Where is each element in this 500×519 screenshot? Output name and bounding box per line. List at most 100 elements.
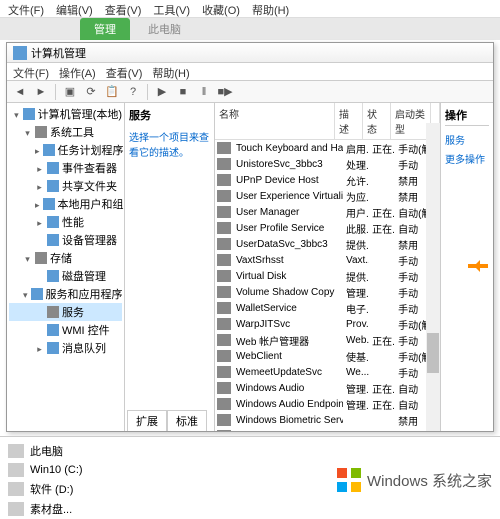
- service-panel-title: 服务: [129, 107, 210, 123]
- menu-view[interactable]: 查看(V): [105, 2, 142, 15]
- gear-icon: [217, 142, 231, 154]
- tree-item[interactable]: 服务: [9, 303, 122, 321]
- service-row[interactable]: VaxtSrhsstVaxt...手动本: [215, 252, 440, 268]
- tree-pane[interactable]: ▾计算机管理(本地)▾系统工具▸任务计划程序▸事件查看器▸共享文件夹▸本地用户和…: [7, 103, 125, 431]
- service-row[interactable]: User Experience Virtualiz...为应...禁用本: [215, 188, 440, 204]
- window-title: 计算机管理: [31, 45, 86, 61]
- column-headers[interactable]: 名称 描述 状态 启动类型: [215, 103, 440, 140]
- drive-icon: [8, 482, 24, 496]
- gear-icon: [217, 270, 231, 282]
- service-row[interactable]: WemeetUpdateSvcWe...手动本: [215, 364, 440, 380]
- view-tabs: 扩展 标准: [127, 410, 207, 431]
- gear-icon: [217, 366, 231, 378]
- tree-item[interactable]: ▾存储: [9, 249, 122, 267]
- drive-icon: [8, 463, 24, 477]
- service-row[interactable]: User Profile Service此服...正在...自动本: [215, 220, 440, 236]
- col-desc[interactable]: 描述: [335, 103, 363, 139]
- tree-item[interactable]: ▸共享文件夹: [9, 177, 122, 195]
- gear-icon: [217, 334, 231, 346]
- scrollbar[interactable]: [426, 123, 440, 431]
- gear-icon: [217, 302, 231, 314]
- wmenu-action[interactable]: 操作(A): [59, 65, 96, 78]
- service-row[interactable]: UserDataSvc_3bbc3提供...禁用本: [215, 236, 440, 252]
- explorer-drive-e[interactable]: 素材盘...: [8, 499, 492, 519]
- col-status[interactable]: 状态: [363, 103, 391, 139]
- service-row[interactable]: UPnP Device Host允许...禁用本: [215, 172, 440, 188]
- tree-item[interactable]: ▸本地用户和组: [9, 195, 122, 213]
- play-button[interactable]: ▶: [153, 83, 171, 101]
- wmenu-file[interactable]: 文件(F): [13, 65, 49, 78]
- tree-item[interactable]: ▸性能: [9, 213, 122, 231]
- pause-button[interactable]: ‖: [195, 83, 213, 101]
- action-services[interactable]: 服务: [445, 130, 489, 149]
- service-row[interactable]: WarpJITSvcProv...手动(触发...本: [215, 316, 440, 332]
- service-row[interactable]: Windows Camera Frame ...允许...手动(触发...本: [215, 428, 440, 431]
- menu-file[interactable]: 文件(F): [8, 2, 44, 15]
- export-button[interactable]: 📋: [103, 83, 121, 101]
- service-row[interactable]: Volume Shadow Copy管理...手动本: [215, 284, 440, 300]
- window-menu: 文件(F) 操作(A) 查看(V) 帮助(H): [7, 63, 493, 81]
- action-more[interactable]: 更多操作: [445, 149, 489, 168]
- service-row[interactable]: Touch Keyboard and Ha...启用...正在...手动(触发.…: [215, 140, 440, 156]
- services-pane: 服务 选择一个项目来查看它的描述。 名称 描述 状态 启动类型 Touch Ke…: [125, 103, 441, 431]
- app-menu-bar: 文件(F) 编辑(V) 查看(V) 工具(V) 收藏(O) 帮助(H): [0, 0, 500, 18]
- gear-icon: [217, 190, 231, 202]
- watermark-text: Windows 系统之家: [367, 470, 492, 491]
- scroll-thumb[interactable]: [427, 333, 439, 373]
- tree-item[interactable]: ▸消息队列: [9, 339, 122, 357]
- service-row[interactable]: WalletService电子...手动本: [215, 300, 440, 316]
- tab-extended[interactable]: 扩展: [127, 410, 167, 431]
- tree-item[interactable]: ▾计算机管理(本地): [9, 105, 122, 123]
- service-detail-panel: 服务 选择一个项目来查看它的描述。: [125, 103, 215, 431]
- tab-thispc[interactable]: 此电脑: [134, 18, 195, 40]
- col-startup[interactable]: 启动类型: [391, 103, 431, 139]
- menu-edit[interactable]: 编辑(V): [56, 2, 93, 15]
- service-row[interactable]: Windows Biometric Servi...禁用本: [215, 412, 440, 428]
- gear-icon: [217, 254, 231, 266]
- tab-manage[interactable]: 管理: [80, 18, 130, 40]
- tree-item[interactable]: ▸事件查看器: [9, 159, 122, 177]
- gear-icon: [217, 206, 231, 218]
- explorer-thispc[interactable]: 此电脑: [8, 441, 492, 461]
- service-row[interactable]: Windows Audio管理...正在...自动本: [215, 380, 440, 396]
- menu-fav[interactable]: 收藏(O): [202, 2, 240, 15]
- toolbar: ◄ ► ▣ ⟳ 📋 ? ▶ ■ ‖ ■▶: [7, 81, 493, 103]
- gear-icon: [217, 382, 231, 394]
- gear-icon: [217, 222, 231, 234]
- service-row[interactable]: UnistoreSvc_3bbc3处理...手动本: [215, 156, 440, 172]
- service-row[interactable]: User Manager用户...正在...自动(触发...本: [215, 204, 440, 220]
- col-name[interactable]: 名称: [215, 103, 335, 139]
- drive-icon: [8, 502, 24, 516]
- service-list[interactable]: 名称 描述 状态 启动类型 Touch Keyboard and Ha...启用…: [215, 103, 440, 431]
- menu-tools[interactable]: 工具(V): [153, 2, 190, 15]
- tree-item[interactable]: ▾服务和应用程序: [9, 285, 122, 303]
- tree-item[interactable]: ▸任务计划程序: [9, 141, 122, 159]
- app-icon: [13, 46, 27, 60]
- gear-icon: [217, 238, 231, 250]
- service-row[interactable]: Web 帐户管理器Web...正在...手动本: [215, 332, 440, 348]
- windows-logo-icon: [337, 468, 361, 492]
- gear-icon: [217, 398, 231, 410]
- gear-icon: [217, 414, 231, 426]
- menu-help[interactable]: 帮助(H): [252, 2, 289, 15]
- tree-item[interactable]: 设备管理器: [9, 231, 122, 249]
- restart-button[interactable]: ■▶: [216, 83, 234, 101]
- service-row[interactable]: Virtual Disk提供...手动本: [215, 268, 440, 284]
- tree-item[interactable]: ▾系统工具: [9, 123, 122, 141]
- refresh-button[interactable]: ⟳: [82, 83, 100, 101]
- help-button[interactable]: ?: [124, 83, 142, 101]
- wmenu-help[interactable]: 帮助(H): [152, 65, 189, 78]
- window-titlebar: 计算机管理: [7, 43, 493, 63]
- stop-button[interactable]: ■: [174, 83, 192, 101]
- wmenu-view[interactable]: 查看(V): [106, 65, 143, 78]
- tab-standard[interactable]: 标准: [167, 410, 207, 431]
- service-row[interactable]: WebClient使基...手动(触发...本: [215, 348, 440, 364]
- up-button[interactable]: ▣: [61, 83, 79, 101]
- tree-item[interactable]: WMI 控件: [9, 321, 122, 339]
- back-button[interactable]: ◄: [11, 83, 29, 101]
- fwd-button[interactable]: ►: [32, 83, 50, 101]
- service-row[interactable]: Windows Audio Endpoint ...管理...正在...自动本: [215, 396, 440, 412]
- gear-icon: [217, 318, 231, 330]
- tree-item[interactable]: 磁盘管理: [9, 267, 122, 285]
- gear-icon: [217, 174, 231, 186]
